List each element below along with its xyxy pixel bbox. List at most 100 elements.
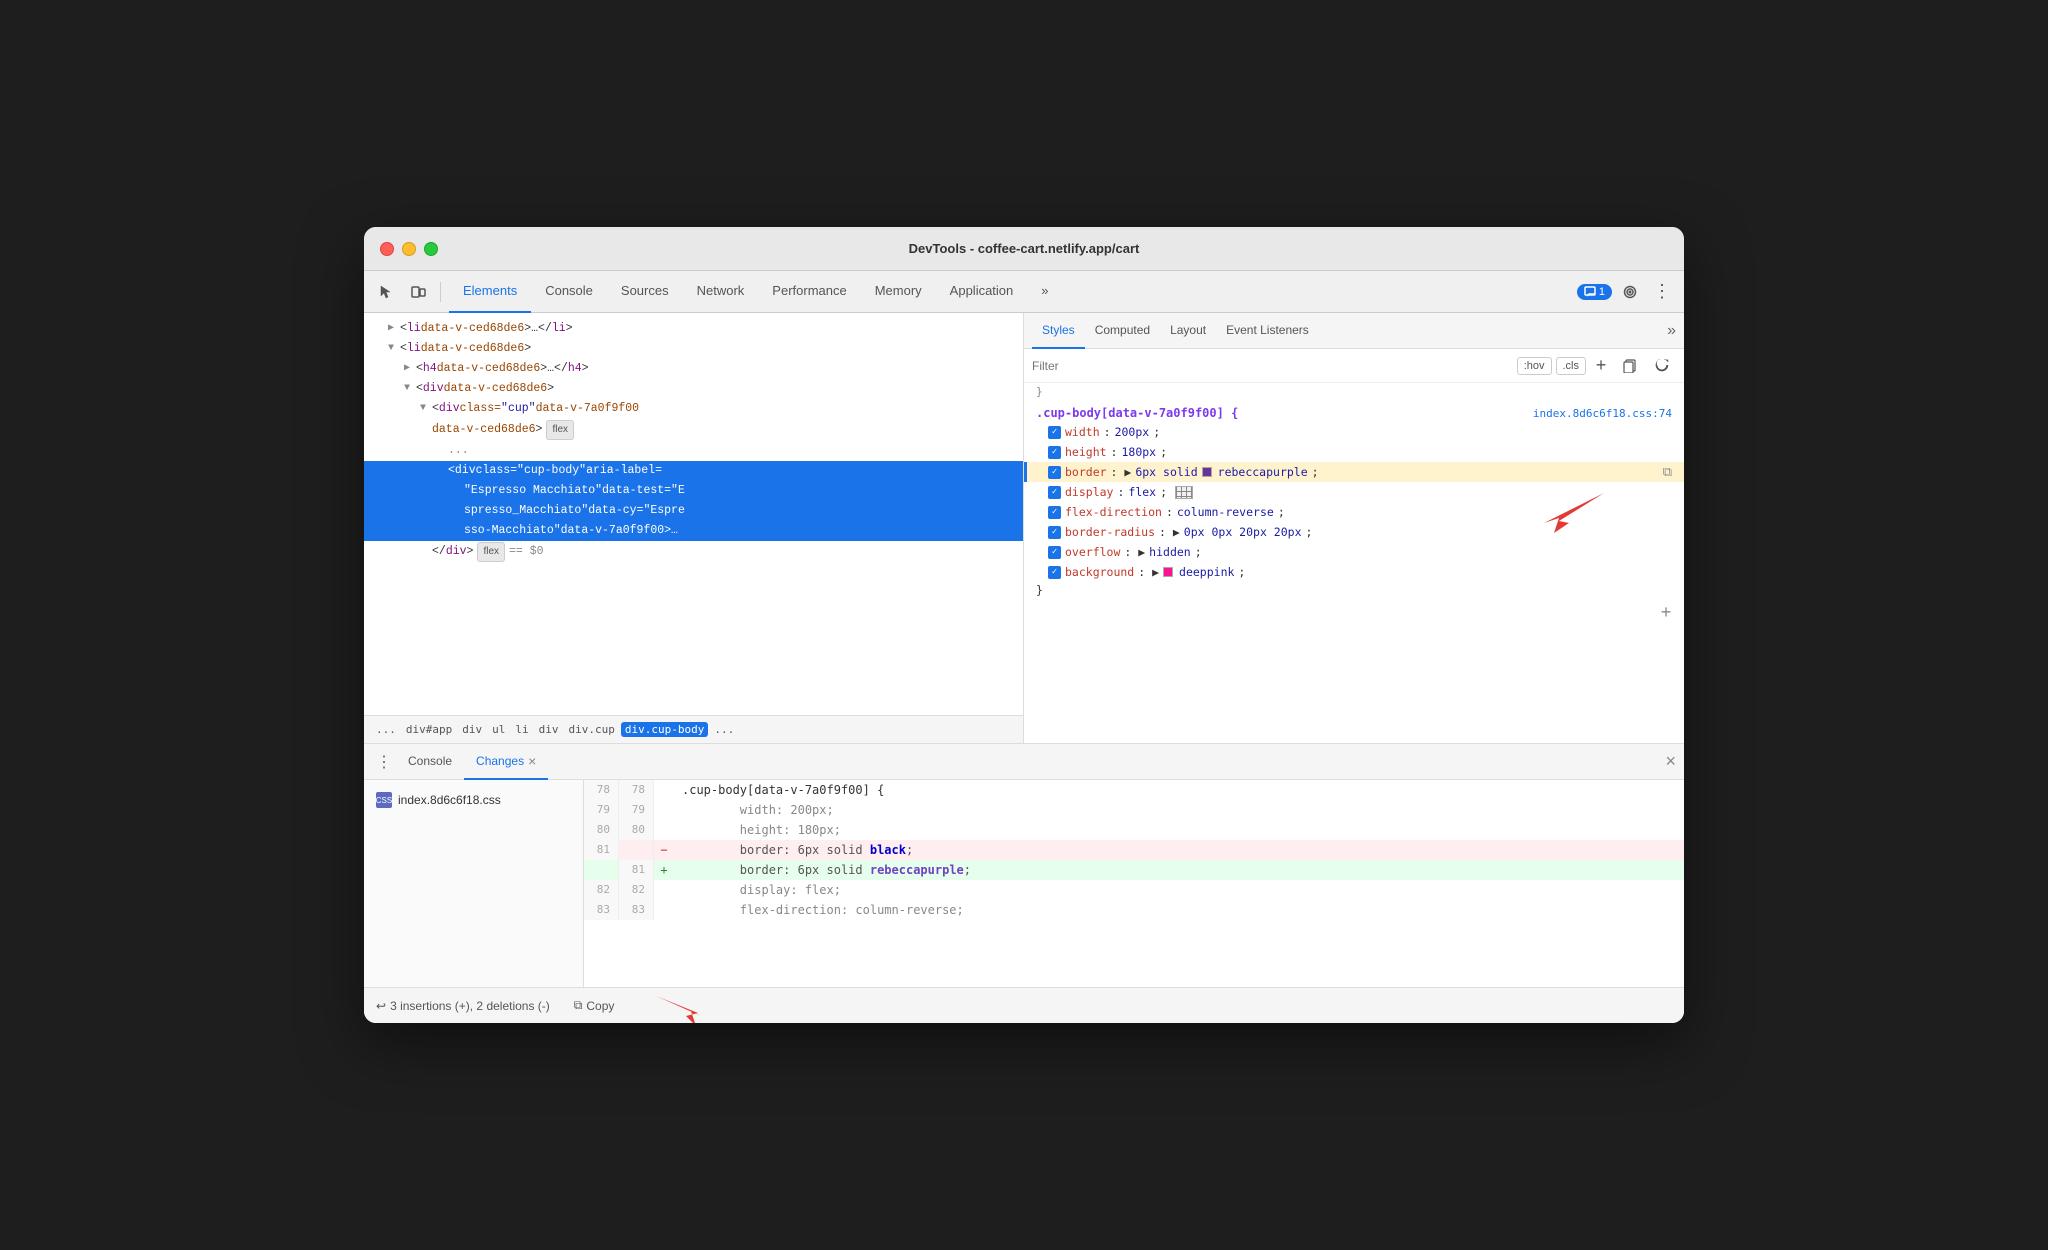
notifications-badge[interactable]: 1	[1577, 284, 1612, 300]
tab-performance[interactable]: Performance	[758, 271, 860, 313]
dom-line[interactable]: <div data-v-ced68de6>	[364, 379, 1023, 399]
devtools-toolbar: Elements Console Sources Network Perform…	[364, 271, 1684, 313]
tab-console[interactable]: Console	[531, 271, 607, 313]
breadcrumb: ... div#app div ul li div div.cup div.cu…	[364, 715, 1023, 743]
css-checkbox[interactable]	[1048, 506, 1061, 519]
toolbar-right: 1 ⋮	[1577, 278, 1676, 306]
add-rule-button[interactable]: +	[1656, 602, 1676, 622]
tab-memory[interactable]: Memory	[861, 271, 936, 313]
close-bottom-panel-button[interactable]: ×	[1665, 751, 1676, 772]
device-toggle-button[interactable]	[404, 278, 432, 306]
tab-console-bottom[interactable]: Console	[396, 744, 464, 780]
dom-line-selected[interactable]: "Espresso Macchiato" data-test="E	[364, 481, 1023, 501]
css-checkbox[interactable]	[1048, 486, 1061, 499]
bottom-tab-menu[interactable]: ⋮	[372, 750, 396, 774]
css-partial: }	[1024, 383, 1684, 400]
tab-event-listeners[interactable]: Event Listeners	[1216, 313, 1319, 349]
top-panels: <li data-v-ced68de6>…</li> <li data-v-ce…	[364, 313, 1684, 743]
bottom-panel: ⋮ Console Changes × × CSS index.8d6c6f18…	[364, 743, 1684, 1023]
line-numbers: 79 79	[584, 800, 654, 820]
dom-line[interactable]: <li data-v-ced68de6>…</li>	[364, 319, 1023, 339]
close-changes-tab[interactable]: ×	[528, 753, 536, 769]
css-checkbox[interactable]	[1048, 446, 1061, 459]
flex-badge-2[interactable]: flex	[477, 542, 505, 562]
css-property-overflow: overflow : ▶ hidden ;	[1024, 542, 1684, 562]
minimize-button[interactable]	[402, 242, 416, 256]
flex-badge[interactable]: flex	[546, 420, 574, 440]
dom-line-selected[interactable]: <div class="cup-body" aria-label=	[364, 461, 1023, 481]
more-options-button[interactable]: ⋮	[1648, 278, 1676, 306]
copy-diff-button[interactable]: ⧉ Copy	[574, 998, 615, 1013]
filter-input[interactable]	[1032, 359, 1511, 373]
dom-line[interactable]: </div> flex == $0	[364, 541, 1023, 563]
settings-button[interactable]	[1616, 278, 1644, 306]
breadcrumb-item-active[interactable]: div.cup-body	[621, 722, 708, 737]
breadcrumb-item[interactable]: div	[535, 722, 563, 737]
refresh-icon	[1655, 359, 1669, 373]
tab-more[interactable]: »	[1027, 271, 1062, 313]
add-style-button[interactable]: +	[1590, 355, 1612, 377]
css-property-border: border : ▶ 6px solid rebeccapurple ; ⧉	[1024, 462, 1684, 482]
diff-view: 78 78 .cup-body[data-v-7a0f9f00] { 79 79	[584, 780, 1684, 987]
tab-network[interactable]: Network	[683, 271, 759, 313]
dom-line[interactable]: <li data-v-ced68de6>	[364, 339, 1023, 359]
css-checkbox[interactable]	[1048, 566, 1061, 579]
line-numbers: 83 83	[584, 900, 654, 920]
titlebar: DevTools - coffee-cart.netlify.app/cart	[364, 227, 1684, 271]
breadcrumb-item[interactable]: ...	[372, 722, 400, 737]
css-property-height: height : 180px ;	[1024, 442, 1684, 462]
breadcrumb-item[interactable]: li	[511, 722, 532, 737]
expand-arrow[interactable]	[420, 400, 432, 418]
window-title: DevTools - coffee-cart.netlify.app/cart	[909, 241, 1140, 256]
bottom-tabs: ⋮ Console Changes × ×	[364, 744, 1684, 780]
copy-property-button[interactable]: ⧉	[1663, 465, 1672, 480]
gear-icon	[1622, 284, 1638, 300]
breadcrumb-item[interactable]: ul	[488, 722, 509, 737]
undo-button[interactable]: ↩ 3 insertions (+), 2 deletions (-)	[376, 999, 550, 1013]
breadcrumb-item[interactable]: div#app	[402, 722, 456, 737]
expand-arrow[interactable]	[404, 380, 416, 398]
tab-computed[interactable]: Computed	[1085, 313, 1160, 349]
css-checkbox[interactable]	[1048, 466, 1061, 479]
filter-bar: :hov .cls +	[1024, 349, 1684, 383]
changes-file-item[interactable]: CSS index.8d6c6f18.css	[364, 788, 583, 812]
line-numbers: 82 82	[584, 880, 654, 900]
tab-sources[interactable]: Sources	[607, 271, 683, 313]
dom-line[interactable]: <div class="cup" data-v-7a0f9f00	[364, 399, 1023, 419]
css-checkbox[interactable]	[1048, 426, 1061, 439]
breadcrumb-item[interactable]: div.cup	[564, 722, 618, 737]
tab-styles[interactable]: Styles	[1032, 313, 1085, 349]
close-button[interactable]	[380, 242, 394, 256]
bottom-status: ↩ 3 insertions (+), 2 deletions (-) ⧉ Co…	[364, 987, 1684, 1023]
refresh-styles-button[interactable]	[1648, 352, 1676, 380]
tab-application[interactable]: Application	[936, 271, 1028, 313]
dom-line[interactable]: ...	[364, 441, 1023, 461]
css-property-border-radius: border-radius : ▶ 0px 0px 20px 20px ;	[1024, 522, 1684, 542]
breadcrumb-more[interactable]: ...	[710, 722, 738, 737]
cls-filter-button[interactable]: .cls	[1556, 357, 1587, 375]
css-checkbox[interactable]	[1048, 546, 1061, 559]
expand-arrow[interactable]	[404, 360, 416, 378]
dom-line-selected[interactable]: sso-Macchiato" data-v-7a0f9f00>…	[364, 521, 1023, 541]
copy-icon	[1623, 359, 1637, 373]
tab-layout[interactable]: Layout	[1160, 313, 1216, 349]
css-checkbox[interactable]	[1048, 526, 1061, 539]
breadcrumb-item[interactable]: div	[458, 722, 486, 737]
comment-icon	[1584, 286, 1596, 298]
expand-arrow[interactable]	[388, 340, 400, 358]
diff-line: 82 82 display: flex;	[584, 880, 1684, 900]
dom-line-selected[interactable]: spresso_Macchiato" data-cy="Espre	[364, 501, 1023, 521]
styles-more-button[interactable]: »	[1667, 322, 1676, 340]
hov-filter-button[interactable]: :hov	[1517, 357, 1552, 375]
expand-arrow[interactable]	[388, 320, 400, 338]
tab-changes[interactable]: Changes ×	[464, 744, 548, 780]
fullscreen-button[interactable]	[424, 242, 438, 256]
css-property-background: background : ▶ deeppink ;	[1024, 562, 1684, 582]
css-property-width: width : 200px ;	[1024, 422, 1684, 442]
tab-elements[interactable]: Elements	[449, 271, 531, 313]
dom-line[interactable]: <h4 data-v-ced68de6>…</h4>	[364, 359, 1023, 379]
copy-style-icon[interactable]	[1616, 352, 1644, 380]
inspect-element-button[interactable]	[372, 278, 400, 306]
dom-line[interactable]: data-v-ced68de6> flex	[364, 419, 1023, 441]
rule-source-link[interactable]: index.8d6c6f18.css:74	[1533, 407, 1672, 420]
